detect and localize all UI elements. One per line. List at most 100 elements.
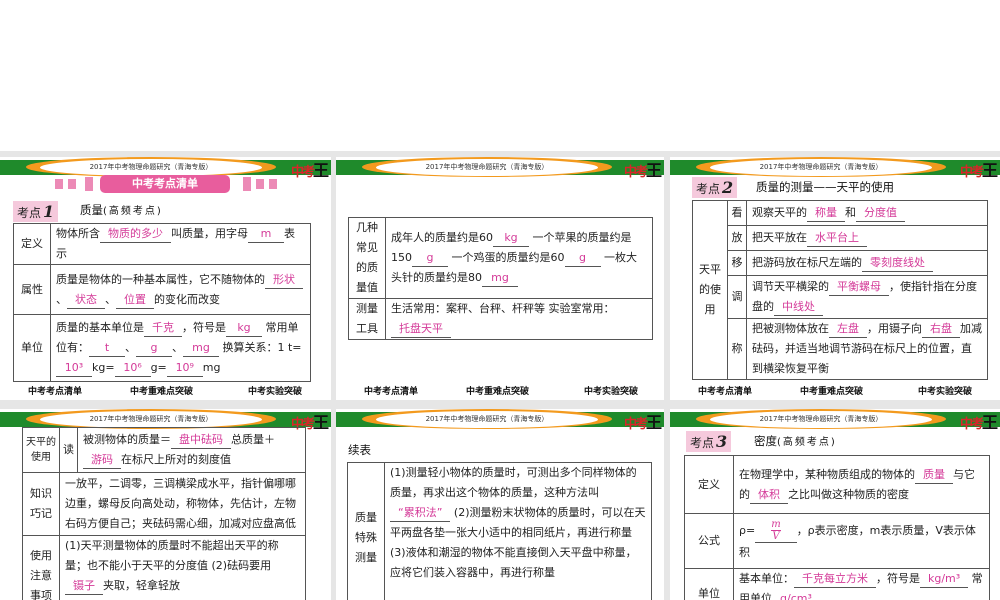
answer-blank: 10⁹ (166, 359, 203, 377)
decor-square (269, 179, 277, 189)
logo: 中考王 (959, 161, 998, 180)
decor-square (55, 179, 63, 189)
text-segment: ，符号是 (182, 321, 226, 334)
text-segment: 把被测物体放在 (752, 322, 829, 335)
header-title: 2017年中考物理命题研究（青海专版） (40, 159, 262, 176)
answer-blank: 镊子 (65, 577, 103, 595)
text-segment: 的变化而改变 (154, 292, 220, 306)
slide-4[interactable]: 2017年中考物理命题研究（青海专版） 中考王 天平的使用读被测物体的质量＝ 盘中砝… (0, 409, 331, 600)
footer-link[interactable]: 中考实验突破 (584, 386, 638, 398)
row-content: 把天平放在 水平台上 (746, 225, 988, 251)
slide-6[interactable]: 2017年中考物理命题研究（青海专版） 中考王 考点 3 密度(高频考点) 定义 在物… (670, 409, 1000, 600)
answer-blank: 水平台上 (807, 229, 867, 247)
group-label: 天平的使用 (692, 200, 728, 380)
decor-square (256, 179, 264, 189)
text-segment: 成年人的质量约是60 (391, 231, 493, 244)
answer-blank: kg/m³ (920, 570, 969, 588)
slide-header: 2017年中考物理命题研究（青海专版） 中考王 (336, 409, 664, 432)
footer-link[interactable]: 中考重难点突破 (466, 386, 529, 398)
logo: 中考王 (290, 161, 329, 180)
balance-usage-table-cont: 天平的使用读被测物体的质量＝ 盘中砝码 总质量＋ 游码 在标尺上所对的刻度值 知识巧记一… (22, 427, 306, 600)
answer-blank: 千克每立方米 (794, 570, 876, 588)
denominator: V (772, 531, 780, 542)
answer-blank: 位置 (116, 291, 154, 309)
slide-3[interactable]: 2017年中考物理命题研究（青海专版） 中考王 考点 2 质量的测量——天平的使用 … (670, 157, 1000, 400)
row-label: 属性 (13, 264, 51, 315)
text-segment: 总质量＋ (231, 433, 275, 446)
answer-blank: 零刻度线处 (862, 254, 933, 272)
answer-blank: 千克 (144, 319, 182, 337)
topic-title: 质量的测量——天平的使用 (756, 180, 894, 194)
answer-blank: 游码 (83, 451, 121, 469)
row-content: 观察天平的 称量和分度值 (746, 200, 988, 226)
text-segment: (1)测量轻小物体的质量时，可测出多个同样物体的质量，再求出这个物体的质量，这种… (390, 466, 637, 499)
answer-blank: 盘中砝码 (171, 431, 231, 449)
text-segment: mg (202, 361, 221, 374)
header-title: 2017年中考物理命题研究（青海专版） (376, 159, 598, 176)
header-title: 2017年中考物理命题研究（青海专版） (710, 159, 932, 176)
decor-square (243, 177, 251, 191)
text-segment: 在物理学中，某种物质组成的物体的 (739, 467, 915, 481)
text-segment: 观察天平的 (752, 206, 807, 219)
formula-fraction: mV (755, 519, 797, 543)
header-title: 2017年中考物理命题研究（青海专版） (376, 411, 598, 428)
text-segment: 和 (845, 206, 856, 219)
slide-header: 2017年中考物理命题研究（青海专版） 中考王 (0, 157, 331, 180)
text-segment: ，符号是 (876, 572, 920, 585)
row-label: 天平的使用 (22, 427, 60, 473)
mass-table: 定义 物体所含 物质的多少 叫质量，用字母 m 表示 属性 质量是物体的一种基本属性，它不随… (13, 223, 311, 382)
step-label: 读 (59, 427, 78, 473)
topic-title: 密度(高频考点) (754, 434, 837, 448)
text-segment: (1)天平测量物体的质量时不能超出天平的称量；也不能小于天平的分度值 (2)砝码… (65, 539, 279, 572)
text-segment: 一个鸡蛋的质量约是60 (448, 251, 565, 264)
row-label: 单位 (684, 568, 734, 600)
text-segment: g= (150, 361, 167, 374)
footer-link[interactable]: 中考实验突破 (248, 386, 302, 398)
row-content: 物体所含 物质的多少 叫质量，用字母 m 表示 (50, 223, 311, 265)
row-label: 单位 (13, 314, 51, 382)
slide-header: 2017年中考物理命题研究（青海专版） 中考王 (336, 157, 664, 180)
answer-blank: 状态 (67, 291, 105, 309)
answer-blank: 平衡螺母 (829, 278, 889, 296)
footer-link[interactable]: 中考考点清单 (698, 386, 752, 398)
decor-square (68, 179, 76, 189)
footer-link[interactable]: 中考重难点突破 (800, 386, 863, 398)
row-content: 调节天平横梁的 平衡螺母 ，使指针指在分度盘的 中线处 (746, 275, 988, 319)
answer-blank: 质量 (915, 466, 953, 484)
balance-usage-table: 天平的使用看观察天平的 称量和分度值 放把天平放在 水平台上 移把游码放在标尺左端的… (692, 200, 988, 380)
slide-5[interactable]: 2017年中考物理命题研究（青海专版） 中考王 续表 质量特殊测量 (1)测量轻小物… (336, 409, 664, 600)
slide-header: 2017年中考物理命题研究（青海专版） 中考王 (670, 157, 1000, 180)
logo: 中考王 (623, 413, 662, 432)
logo: 中考王 (959, 413, 998, 432)
answer-blank: 中线处 (774, 298, 823, 316)
answer-blank: 10³ (56, 359, 92, 377)
decor-square (85, 177, 93, 191)
slide-1[interactable]: 2017年中考物理命题研究（青海专版） 中考王 中考考点清单 考点 1 质量(高频考… (0, 157, 331, 400)
answer-blank: g/cm³ (772, 590, 820, 600)
slide-header: 2017年中考物理命题研究（青海专版） 中考王 (0, 409, 331, 432)
slide-2[interactable]: 2017年中考物理命题研究（青海专版） 中考王 几种常见的质量值 成年人的质量约是6… (336, 157, 664, 400)
text-segment: 、 (172, 341, 183, 354)
answer-blank: 体积 (750, 486, 788, 504)
footer-link[interactable]: 中考考点清单 (28, 386, 82, 398)
row-label: 定义 (13, 223, 51, 265)
text-segment: 之比叫做这种物质的密度 (788, 487, 909, 501)
text-segment: 、 (56, 292, 67, 306)
row-content: ρ= m V ，ρ表示密度，m表示质量，V表示体积 (733, 513, 990, 569)
answer-blank: 称量 (807, 204, 845, 222)
row-label: 定义 (684, 455, 734, 514)
answer-blank: g (136, 339, 172, 357)
row-label: 知识巧记 (22, 472, 60, 536)
row-label: 测量工具 (348, 298, 386, 340)
step-label: 移 (727, 250, 747, 276)
answer-blank: m (248, 225, 284, 243)
footer-link[interactable]: 中考实验突破 (918, 386, 972, 398)
answer-blank: 托盘天平 (391, 320, 451, 338)
row-content: 基本单位： 千克每立方米 ，符号是 kg/m³ 常用单位 g/cm³ (733, 568, 990, 600)
continued-label: 续表 (348, 443, 371, 457)
row-label: 公式 (684, 513, 734, 569)
footer-link[interactable]: 中考考点清单 (364, 386, 418, 398)
answer-blank: 分度值 (856, 204, 905, 222)
footer-link[interactable]: 中考重难点突破 (130, 386, 193, 398)
step-label: 看 (727, 200, 747, 226)
